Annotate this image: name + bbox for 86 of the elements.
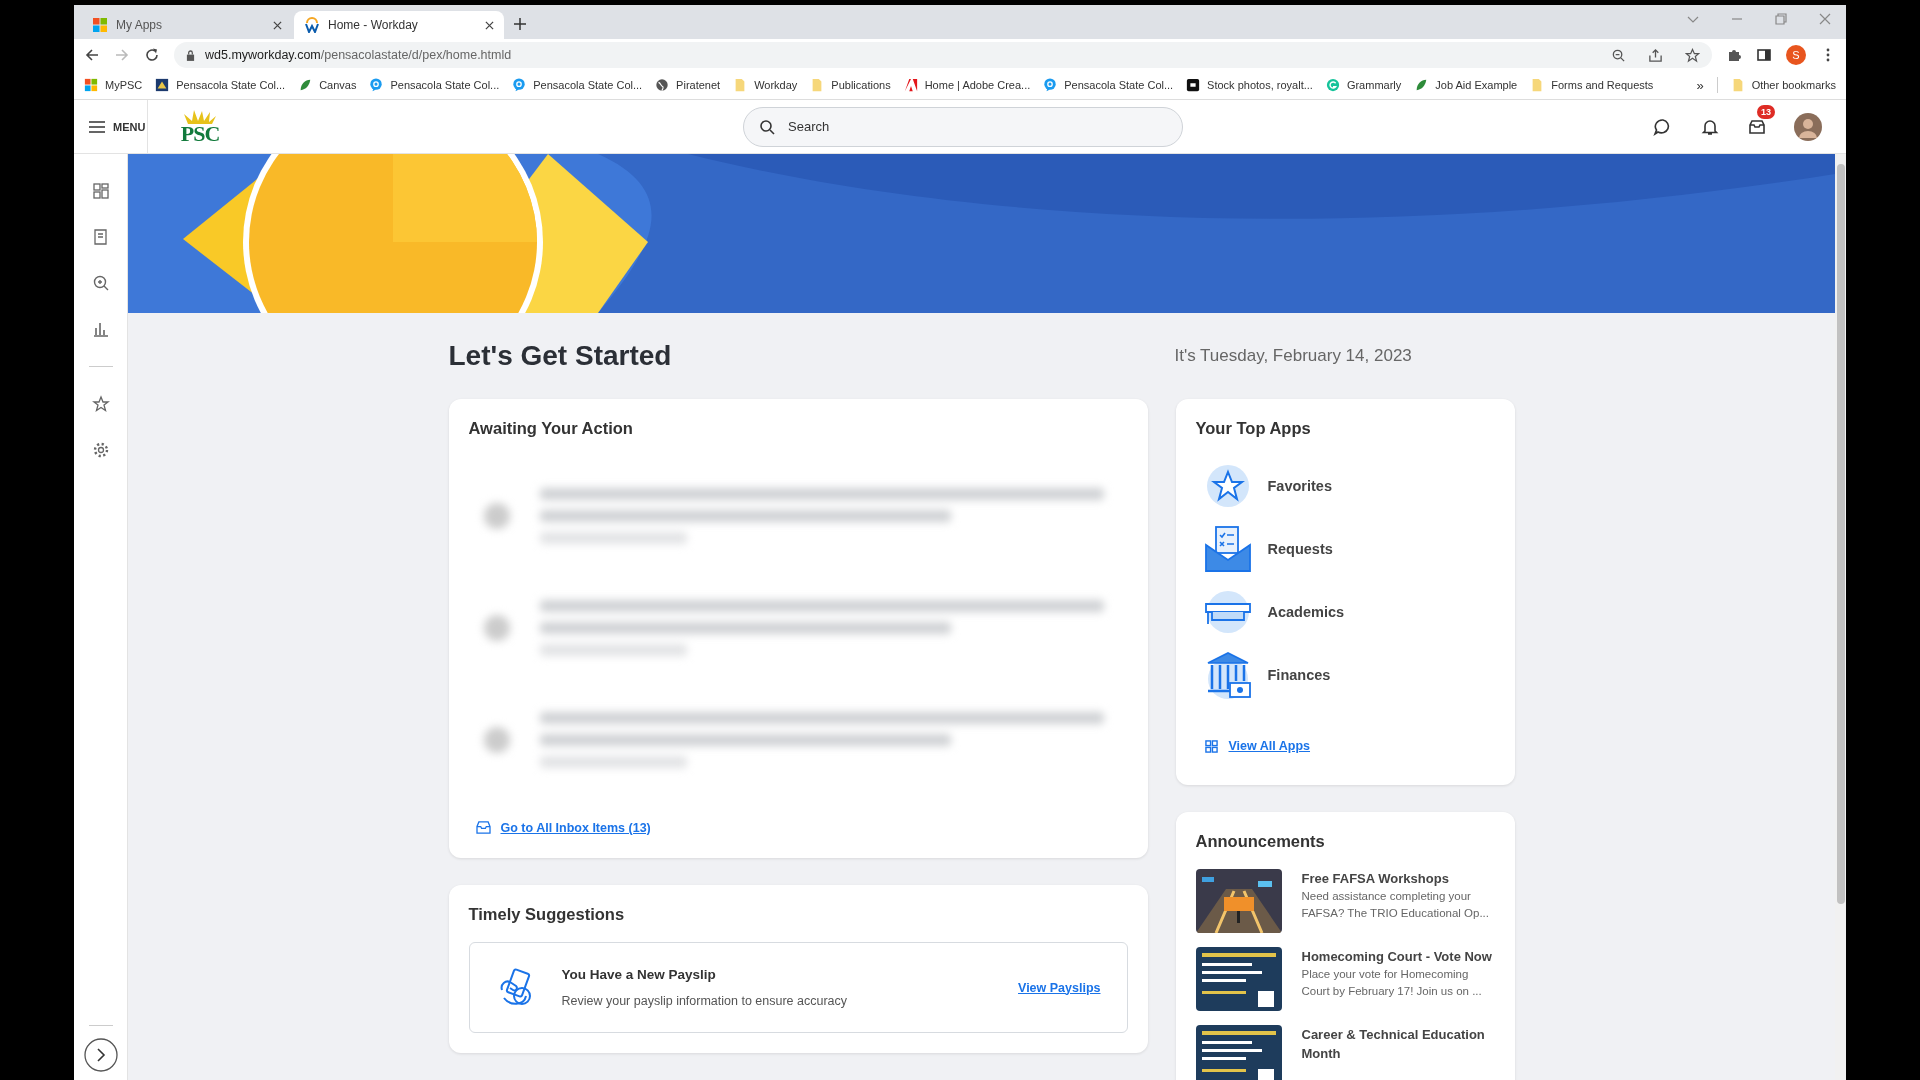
star-icon[interactable] [1685, 47, 1700, 63]
browser-tab[interactable]: Home - Workday [294, 11, 504, 39]
app-item[interactable]: Requests [1195, 525, 1495, 573]
view-all-apps-link[interactable]: View All Apps [1203, 739, 1310, 753]
avatar[interactable] [1794, 112, 1822, 141]
bookmark[interactable]: Job Aid Example [1414, 78, 1518, 92]
grid-logo-icon [92, 17, 108, 33]
new-tab-icon[interactable] [514, 18, 526, 30]
card-title: Announcements [1195, 831, 1326, 851]
dashboard-icon[interactable] [91, 182, 110, 200]
bookmark[interactable]: Pensacola State Col... [155, 78, 286, 92]
bookmark[interactable]: Forms and Requests [1530, 78, 1654, 92]
bookmark[interactable]: Grammarly [1325, 78, 1402, 92]
close-icon[interactable] [485, 20, 494, 30]
announcement-title: Free FAFSA Workshops [1301, 869, 1450, 888]
suggestion-text: Review your payslip information to ensure accuracy [561, 994, 849, 1008]
bookmark[interactable]: Other bookmarks [1730, 78, 1836, 92]
date-text: It's Tuesday, February 14, 2023 [1174, 346, 1412, 366]
announcement-text: Need assistance completing your FAFSA? The TRIO Educational Op... [1301, 888, 1490, 921]
bookmark[interactable]: Workday [733, 78, 798, 92]
app-item[interactable]: Finances [1195, 651, 1495, 699]
profile-avatar[interactable]: S [1786, 45, 1806, 65]
announcement-item[interactable]: Free FAFSA Workshops Need assistance completing your FAFSA? The TRIO Educational Op... [1195, 868, 1495, 933]
card-title: Timely Suggestions [468, 905, 626, 924]
bookmark[interactable]: Pensacola State Col... [1043, 78, 1174, 92]
back-arrow-icon[interactable] [84, 47, 100, 63]
menu-icon [89, 120, 105, 133]
bookmark[interactable]: Pensacola State Col... [369, 78, 500, 92]
browser-tab[interactable]: My Apps [82, 11, 292, 39]
grid-icon [1203, 739, 1219, 753]
app-item[interactable]: Academics [1195, 588, 1495, 636]
reload-icon[interactable] [144, 47, 160, 63]
bar-chart-icon[interactable] [91, 320, 110, 338]
expand-button[interactable] [83, 1038, 118, 1072]
circle-logo-icon [1325, 78, 1340, 92]
seal-icon [155, 78, 170, 92]
graduation-cap-icon [1203, 588, 1252, 636]
scrollbar-thumb[interactable] [1836, 164, 1845, 904]
inbox-link[interactable]: Go to All Inbox Items (13) [475, 820, 651, 835]
chat-bubble-icon [512, 78, 527, 92]
lock-icon [186, 49, 195, 61]
zoom-out-icon[interactable] [1611, 47, 1626, 63]
inbox-icon [475, 821, 491, 834]
search-icon [759, 118, 775, 135]
bookmark[interactable]: Home | Adobe Crea... [903, 78, 1031, 92]
bookmark[interactable]: Publications [810, 78, 891, 92]
share-icon[interactable] [1648, 47, 1663, 63]
report-icon[interactable] [91, 228, 110, 246]
bookmark[interactable]: Pensacola State Col... [512, 78, 643, 92]
settings-icon[interactable] [91, 441, 110, 459]
app-item[interactable]: Favorites [1195, 462, 1495, 510]
bookmark[interactable]: Canvas [298, 78, 357, 92]
suggestion-title: You Have a New Payslip [561, 967, 717, 982]
grid-logo-icon [84, 78, 98, 92]
chat-bubble-icon [1043, 78, 1058, 92]
triangle-logo-icon [903, 78, 918, 92]
page-title: Let's Get Started [448, 340, 673, 372]
puzzle-icon[interactable] [1726, 47, 1742, 63]
notification-badge: 13 [1757, 104, 1775, 119]
announcement-item[interactable]: Homecoming Court - Vote Now Place your vote for Homecoming Court by February 17! Join us on ... [1195, 946, 1495, 1011]
close-icon[interactable] [273, 20, 282, 30]
leaf-icon [298, 78, 313, 92]
square-logo-icon [1186, 78, 1201, 92]
star-icon[interactable] [91, 395, 110, 413]
logo[interactable]: PSC [180, 109, 220, 144]
search-field[interactable]: Search [743, 106, 1183, 147]
announcement-text: Place your vote for Homecoming Court by February 17! Join us on ... [1301, 966, 1483, 999]
announcement-title: Career & Technical Education Month [1301, 1025, 1486, 1063]
more-bookmarks-button[interactable]: » [1696, 77, 1704, 93]
side-panel-icon[interactable] [1756, 47, 1772, 63]
menu-button[interactable]: MENU [74, 100, 148, 153]
card-title: Awaiting Your Action [468, 419, 634, 438]
bookmark[interactable]: Stock photos, royalt... [1186, 78, 1313, 92]
address-field[interactable]: wd5.myworkday.com/pensacolastate/d/pex/home.htmld [174, 42, 1712, 68]
card-title: Your Top Apps [1195, 419, 1312, 438]
leaf-icon [1414, 78, 1429, 92]
envelope-icon [1203, 525, 1252, 573]
globe-icon [655, 78, 670, 92]
chat-bubble-icon [369, 78, 384, 92]
announcement-title: Homecoming Court - Vote Now [1301, 947, 1493, 966]
search-icon[interactable] [91, 274, 110, 292]
view-payslips-link[interactable]: View Payslips [1018, 980, 1101, 995]
bookmark[interactable]: Piratenet [655, 78, 721, 92]
announcement-item[interactable]: Career & Technical Education Month [1195, 1024, 1495, 1080]
bookmark[interactable]: MyPSC [84, 78, 143, 92]
w-logo-icon [304, 17, 320, 33]
